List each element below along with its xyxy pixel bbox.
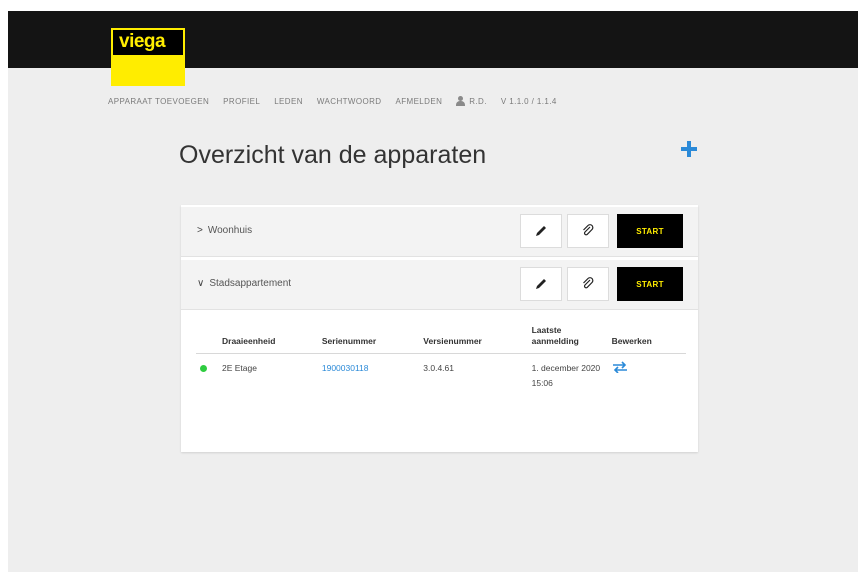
last-login: 1. december 2020 15:06	[531, 363, 601, 388]
column-header: Versienummer	[419, 325, 528, 354]
chevron-down-icon: ∨	[197, 278, 205, 289]
main-nav: APPARAAT TOEVOEGEN PROFIEL LEDEN WACHTWO…	[108, 93, 571, 109]
table-header-row: Draaieenheid Serienummer Versienummer La…	[196, 325, 686, 354]
device-row: ∨ Stadsappartement START	[181, 260, 698, 310]
swap-arrows-icon[interactable]	[612, 361, 628, 378]
nav-password[interactable]: WACHTWOORD	[317, 97, 382, 106]
edit-device-button[interactable]	[520, 267, 562, 301]
user-initials: R.D.	[469, 96, 487, 106]
version-label: V 1.1.0 / 1.1.4	[500, 96, 557, 106]
pencil-icon	[536, 226, 546, 236]
viega-logo[interactable]: viega	[111, 28, 185, 86]
unit-name: 2E Etage	[222, 363, 257, 373]
app-window: viega APPARAAT TOEVOEGEN PROFIEL LEDEN W…	[8, 11, 858, 572]
nav-user[interactable]: R.D.	[456, 96, 487, 106]
device-units-table: Draaieenheid Serienummer Versienummer La…	[196, 325, 686, 391]
link-device-button[interactable]	[567, 214, 609, 248]
device-toggle[interactable]: > Woonhuis	[197, 225, 252, 236]
edit-device-button[interactable]	[520, 214, 562, 248]
nav-logout[interactable]: AFMELDEN	[395, 97, 442, 106]
add-device-button[interactable]	[678, 138, 700, 160]
device-name: Stadsappartement	[209, 278, 292, 289]
status-online-icon	[200, 365, 207, 372]
start-button[interactable]: START	[617, 214, 683, 248]
nav-add-device[interactable]: APPARAAT TOEVOEGEN	[108, 97, 209, 106]
pencil-icon	[536, 279, 546, 289]
column-header: Laatste aanmelding	[527, 325, 608, 354]
logo-text: viega	[119, 31, 166, 52]
device-toggle[interactable]: ∨ Stadsappartement	[197, 278, 291, 289]
table-row: 2E Etage 1900030118 3.0.4.61 1. december…	[196, 354, 686, 392]
serial-number-link[interactable]: 1900030118	[322, 363, 369, 373]
column-header: Bewerken	[607, 325, 686, 354]
chevron-right-icon: >	[197, 225, 203, 236]
device-row: > Woonhuis START	[181, 207, 698, 257]
paperclip-icon	[583, 277, 594, 289]
device-list-card: > Woonhuis START ∨ Stadsappartement STAR…	[181, 205, 698, 452]
column-header: Serienummer	[317, 325, 420, 354]
nav-members[interactable]: LEDEN	[274, 97, 303, 106]
paperclip-icon	[583, 224, 594, 236]
version-number: 3.0.4.61	[423, 363, 455, 373]
user-icon	[456, 96, 466, 106]
start-button[interactable]: START	[617, 267, 683, 301]
logo-badge: viega	[111, 28, 185, 57]
device-name: Woonhuis	[207, 225, 253, 236]
nav-profile[interactable]: PROFIEL	[223, 97, 260, 106]
page-title: Overzicht van de apparaten	[179, 141, 487, 169]
column-header: Draaieenheid	[218, 325, 318, 354]
link-device-button[interactable]	[567, 267, 609, 301]
